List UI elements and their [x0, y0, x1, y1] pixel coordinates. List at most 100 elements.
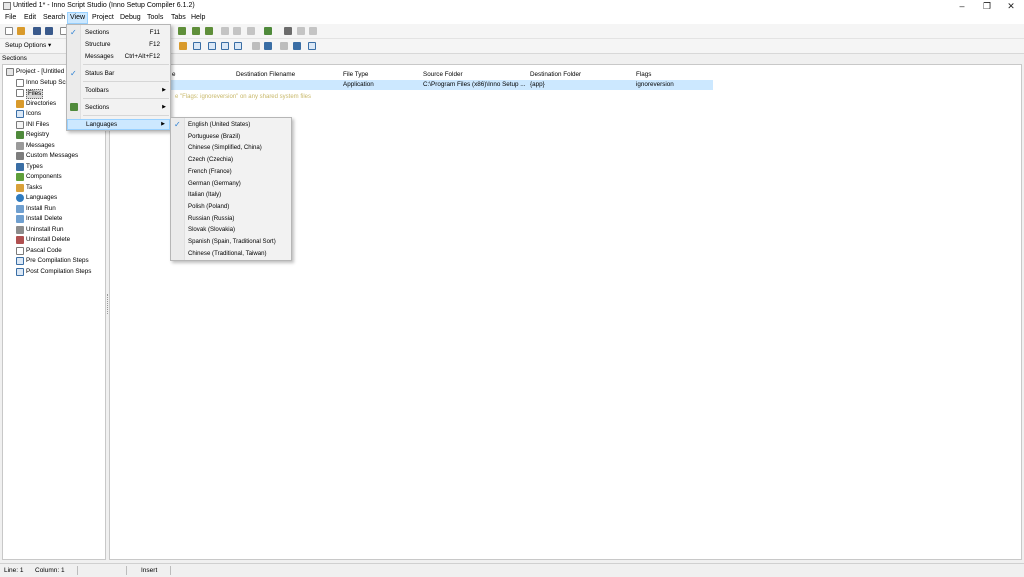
tree-label: Registry: [26, 131, 50, 138]
menu-tools[interactable]: Tools: [145, 12, 165, 24]
status-mode: Insert: [141, 567, 158, 574]
column-header-source-folder[interactable]: Source Folder: [423, 70, 463, 79]
help-icon[interactable]: [297, 27, 305, 35]
cell-destination-folder: {app}: [530, 81, 545, 88]
menu-help[interactable]: Help: [189, 12, 207, 24]
language-item-chinese-simplified[interactable]: Chinese (Simplified, China): [171, 142, 291, 154]
table-hint: e "Flags: ignoreversion" on any shared s…: [175, 94, 311, 100]
language-item-spanish[interactable]: Spanish (Spain, Traditional Sort): [171, 236, 291, 248]
status-column: Column: 1: [35, 567, 65, 574]
file-icon: [16, 89, 24, 97]
language-item-slovak[interactable]: Slovak (Slovakia): [171, 224, 291, 236]
tree-label: Uninstall Delete: [26, 236, 71, 243]
checkmark-icon: ✓: [174, 120, 181, 129]
language-label: Chinese (Simplified, China): [188, 144, 262, 152]
menu-tabs[interactable]: Tabs: [169, 12, 188, 24]
settings-icon[interactable]: [284, 27, 292, 35]
move-down-icon[interactable]: [264, 42, 272, 50]
menu-project[interactable]: Project: [90, 12, 116, 24]
column-header-source-filename[interactable]: e: [172, 70, 176, 79]
menu-item-label: Status Bar: [85, 70, 115, 77]
language-item-italian[interactable]: Italian (Italy): [171, 189, 291, 201]
view-menu-item-structure[interactable]: Structure F12: [67, 39, 170, 50]
view-menu-item-sections-submenu[interactable]: Sections ▶: [67, 102, 170, 113]
table-icon[interactable]: [208, 42, 216, 50]
move-up-icon[interactable]: [252, 42, 260, 50]
stop-icon[interactable]: [233, 27, 241, 35]
status-divider: [77, 566, 78, 575]
tree-label: Icons: [26, 110, 42, 117]
grid-icon[interactable]: [193, 42, 201, 50]
open-file-icon[interactable]: [17, 27, 25, 35]
save-all-icon[interactable]: [45, 27, 53, 35]
components-icon: [16, 173, 24, 181]
restore-button[interactable]: ❐: [975, 0, 999, 12]
view-menu-item-messages[interactable]: Messages Ctrl+Alt+F12: [67, 51, 170, 62]
folder-icon[interactable]: [179, 42, 187, 50]
properties-icon[interactable]: [308, 42, 316, 50]
columns-icon[interactable]: [234, 42, 242, 50]
title-bar: Untitled 1* - Inno Script Studio (Inno S…: [0, 0, 1024, 12]
project-icon: [6, 68, 14, 76]
tree-label: Files: [26, 89, 44, 99]
language-item-chinese-traditional[interactable]: Chinese (Traditional, Taiwan): [171, 248, 291, 260]
view-menu-item-toolbars[interactable]: Toolbars ▶: [67, 85, 170, 96]
menu-item-label: Messages: [85, 53, 114, 60]
view-menu-item-languages[interactable]: Languages ▶: [67, 119, 170, 130]
about-icon[interactable]: [309, 27, 317, 35]
run-icon[interactable]: [192, 27, 200, 35]
setup-options-label: Setup Options: [5, 42, 47, 49]
move-bottom-icon[interactable]: [293, 42, 301, 50]
menu-separator: [83, 115, 169, 116]
submenu-arrow-icon: ▶: [162, 87, 166, 93]
column-header-destination-folder[interactable]: Destination Folder: [530, 70, 581, 79]
tree-label: Languages: [26, 194, 58, 201]
compile-icon[interactable]: [178, 27, 186, 35]
language-item-german[interactable]: German (Germany): [171, 178, 291, 190]
menu-bar: File Edit Search View Project Debug Tool…: [0, 12, 1024, 24]
column-header-destination-filename[interactable]: Destination Filename: [236, 70, 295, 79]
menu-edit[interactable]: Edit: [22, 12, 38, 24]
language-item-french[interactable]: French (France): [171, 166, 291, 178]
script-icon: [16, 79, 24, 87]
pause-icon[interactable]: [221, 27, 229, 35]
menu-debug[interactable]: Debug: [118, 12, 143, 24]
setup-options-button[interactable]: Setup Options ▾: [5, 41, 51, 51]
cell-source-folder: C:\Program Files (x86)\Inno Setup ...: [423, 81, 526, 88]
move-top-icon[interactable]: [280, 42, 288, 50]
menu-item-shortcut: F11: [149, 29, 160, 36]
debug-icon[interactable]: [205, 27, 213, 35]
tree-label: Pascal Code: [26, 247, 62, 254]
tree-label: Components: [26, 173, 62, 180]
save-icon[interactable]: [33, 27, 41, 35]
language-item-russian[interactable]: Russian (Russia): [171, 213, 291, 225]
close-button[interactable]: ✕: [999, 0, 1023, 12]
language-label: Chinese (Traditional, Taiwan): [188, 249, 267, 257]
column-header-flags[interactable]: Flags: [636, 70, 651, 79]
status-bar: Line: 1 Column: 1 Insert: [0, 563, 1024, 577]
minimize-button[interactable]: –: [950, 0, 974, 12]
cell-file-type: Application: [343, 81, 374, 88]
step-icon[interactable]: [247, 27, 255, 35]
view-menu-item-sections[interactable]: ✓ Sections F11: [67, 27, 170, 38]
messages-icon: [16, 142, 24, 150]
tree-label: Tasks: [26, 184, 43, 191]
view-menu-item-status-bar[interactable]: ✓ Status Bar: [67, 68, 170, 79]
checkmark-icon: ✓: [70, 28, 77, 37]
menu-search[interactable]: Search: [41, 12, 67, 24]
language-label: German (Germany): [188, 179, 241, 187]
menu-file[interactable]: File: [3, 12, 18, 24]
column-header-file-type[interactable]: File Type: [343, 70, 368, 79]
language-item-portuguese-brazil[interactable]: Portuguese (Brazil): [171, 131, 291, 143]
language-item-english-us[interactable]: ✓ English (United States): [171, 119, 291, 131]
tree-label: Custom Messages: [26, 152, 79, 159]
new-file-icon[interactable]: [5, 27, 13, 35]
menu-item-shortcut: Ctrl+Alt+F12: [124, 53, 160, 60]
menu-item-label: Toolbars: [85, 87, 109, 94]
wizard-icon[interactable]: [264, 27, 272, 35]
menu-view[interactable]: View: [67, 12, 89, 24]
app-icon: [3, 2, 11, 10]
list-icon[interactable]: [221, 42, 229, 50]
language-item-czech[interactable]: Czech (Czechia): [171, 154, 291, 166]
language-item-polish[interactable]: Polish (Poland): [171, 201, 291, 213]
